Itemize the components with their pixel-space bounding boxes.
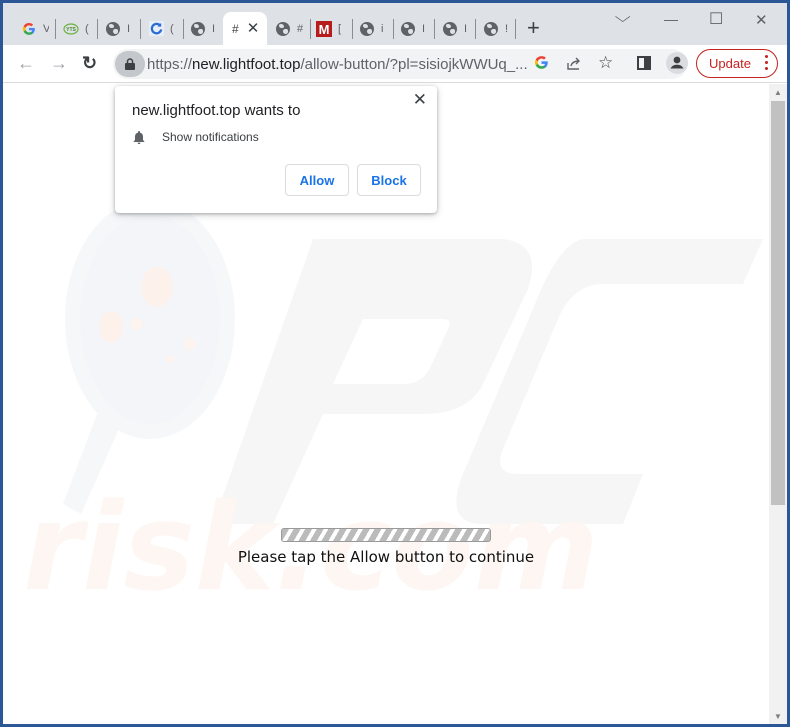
instruction-text: Please tap the Allow button to continue bbox=[237, 548, 535, 566]
tab-10[interactable]: I bbox=[390, 12, 428, 45]
share-icon[interactable] bbox=[566, 55, 582, 75]
loader-section: Please tap the Allow button to continue bbox=[3, 528, 769, 566]
tab-2[interactable]: YTS ( bbox=[53, 12, 91, 45]
tab-title: I bbox=[464, 22, 468, 35]
tab-11[interactable]: I bbox=[432, 12, 470, 45]
address-bar[interactable]: https://new.lightfoot.top/allow-button/?… bbox=[113, 49, 687, 79]
globe-icon bbox=[484, 21, 498, 36]
tab-12[interactable]: ! bbox=[473, 12, 511, 45]
close-tab-icon[interactable]: ✕ bbox=[247, 21, 260, 36]
tab-8[interactable]: M [ bbox=[306, 12, 344, 45]
permission-row: Show notifications bbox=[132, 130, 259, 144]
tab-7[interactable]: # bbox=[265, 12, 303, 45]
m-icon: M bbox=[316, 20, 332, 37]
tab-title: i bbox=[381, 22, 384, 35]
svg-text:YTS: YTS bbox=[66, 27, 76, 33]
scrollbar-thumb[interactable] bbox=[771, 101, 785, 505]
site-info-button[interactable] bbox=[115, 51, 145, 77]
forward-button[interactable]: → bbox=[50, 54, 68, 72]
popup-title: new.lightfoot.top wants to bbox=[132, 102, 301, 119]
scroll-up-arrow-icon[interactable]: ▲ bbox=[769, 84, 787, 100]
back-button[interactable]: ← bbox=[17, 54, 35, 72]
tab-5[interactable]: I bbox=[180, 12, 218, 45]
magnifier-watermark-icon bbox=[63, 199, 235, 514]
minimize-button[interactable]: — bbox=[664, 11, 678, 27]
tab-6-active[interactable]: # ✕ bbox=[223, 12, 267, 45]
bell-icon bbox=[133, 131, 145, 144]
tab-title: ! bbox=[505, 22, 509, 35]
progress-bar bbox=[281, 528, 491, 542]
new-tab-button[interactable]: + bbox=[527, 17, 540, 39]
vertical-scrollbar[interactable]: ▲ ▼ bbox=[769, 84, 787, 724]
more-menu-icon[interactable] bbox=[765, 55, 768, 73]
globe-icon bbox=[360, 21, 374, 36]
yts-icon: YTS bbox=[63, 21, 79, 37]
update-label: Update bbox=[709, 56, 751, 71]
tab-title: [ bbox=[338, 22, 342, 35]
globe-icon bbox=[443, 21, 457, 36]
tab-separator bbox=[515, 19, 516, 39]
tab-title: I bbox=[422, 22, 426, 35]
globe-icon bbox=[401, 21, 415, 36]
profile-avatar[interactable] bbox=[666, 52, 688, 78]
tab-title: ( bbox=[85, 22, 89, 35]
tab-4[interactable]: ( bbox=[138, 12, 176, 45]
block-button[interactable]: Block bbox=[357, 164, 421, 196]
update-button[interactable]: Update bbox=[696, 49, 778, 78]
tab-title: I bbox=[127, 22, 131, 35]
permission-label: Show notifications bbox=[162, 130, 259, 144]
toolbar: ← → ↻ https://new.lightfoot.top/allow-bu… bbox=[3, 45, 787, 83]
reload-button[interactable]: ↻ bbox=[82, 54, 97, 72]
tab-9[interactable]: i bbox=[349, 12, 387, 45]
tab-1[interactable]: V bbox=[11, 12, 49, 45]
globe-icon bbox=[191, 21, 205, 36]
tab-title: # bbox=[232, 21, 239, 36]
google-lens-icon[interactable] bbox=[534, 55, 549, 74]
svg-text:M: M bbox=[319, 22, 330, 37]
allow-button[interactable]: Allow bbox=[285, 164, 349, 196]
notification-permission-popup: new.lightfoot.top wants to ✕ Show notifi… bbox=[115, 86, 437, 213]
tab-title: I bbox=[212, 22, 216, 35]
close-window-button[interactable]: ✕ bbox=[755, 11, 768, 29]
google-icon bbox=[21, 21, 37, 37]
tab-title: V bbox=[43, 22, 49, 35]
tab-search-button[interactable]: ⌵ bbox=[615, 9, 631, 26]
url-text[interactable]: https://new.lightfoot.top/allow-button/?… bbox=[147, 56, 528, 73]
globe-icon bbox=[106, 21, 120, 36]
browser-window: V YTS ( I ( I # ✕ # M [i I I ! + ⌵ — ☐ … bbox=[3, 3, 787, 724]
globe-icon bbox=[276, 21, 290, 36]
side-panel-icon[interactable] bbox=[637, 56, 651, 74]
lock-icon bbox=[125, 58, 135, 70]
tab-title: # bbox=[297, 22, 303, 35]
scroll-down-arrow-icon[interactable]: ▼ bbox=[769, 708, 787, 724]
tab-strip: V YTS ( I ( I # ✕ # M [i I I ! + ⌵ — ☐ … bbox=[3, 3, 787, 45]
refresh-site-icon bbox=[148, 21, 164, 37]
bookmark-star-icon[interactable]: ☆ bbox=[598, 54, 613, 71]
tab-title: ( bbox=[170, 22, 174, 35]
maximize-button[interactable]: ☐ bbox=[709, 9, 723, 29]
tab-3[interactable]: I bbox=[95, 12, 133, 45]
close-popup-button[interactable]: ✕ bbox=[413, 90, 427, 110]
